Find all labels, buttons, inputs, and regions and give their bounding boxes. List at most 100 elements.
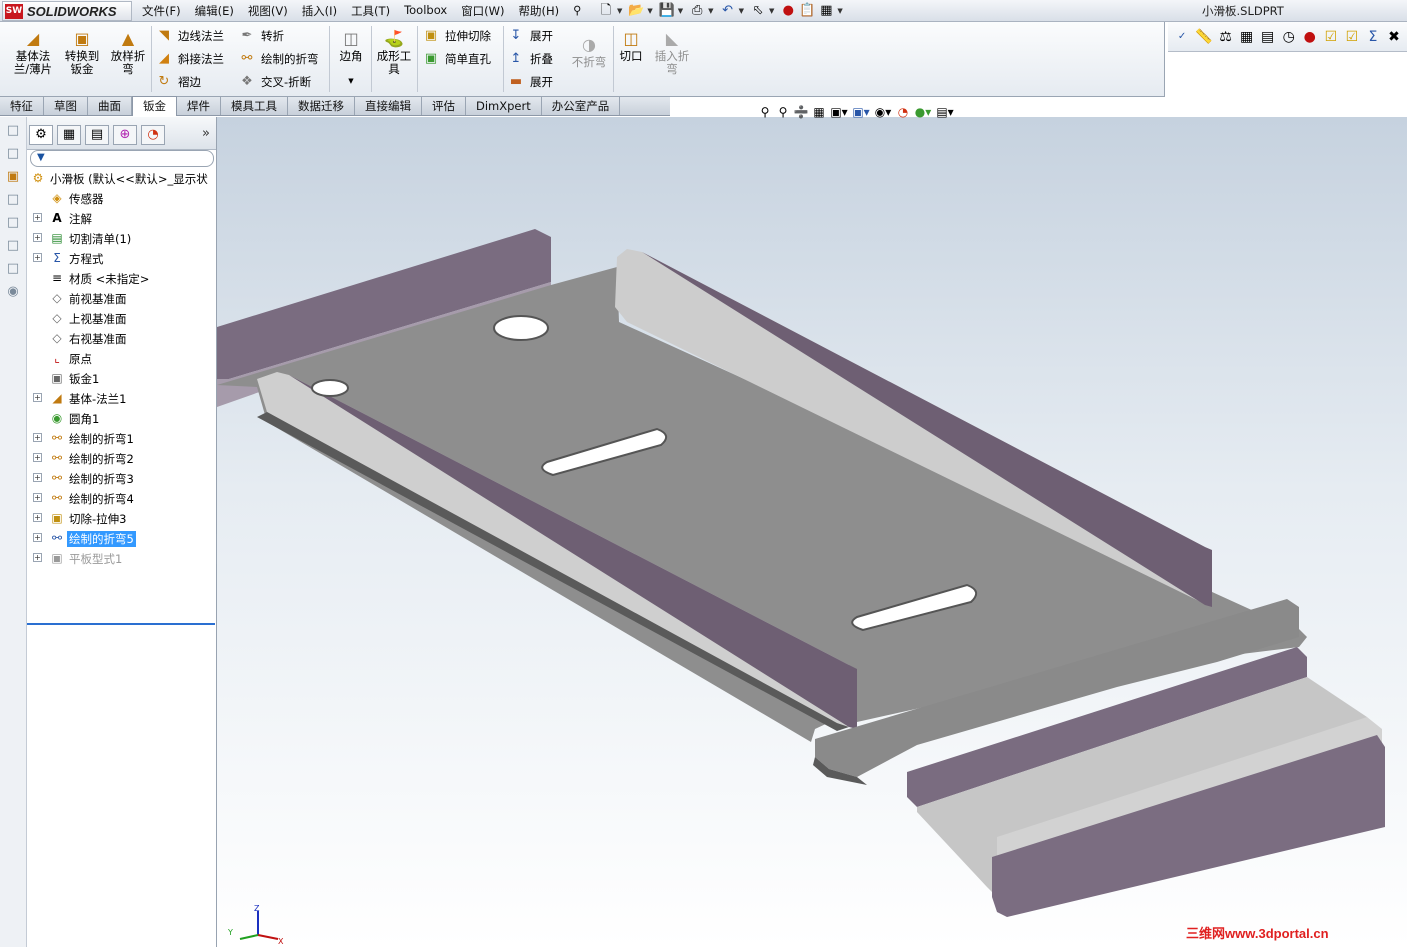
- section-properties-icon[interactable]: ▦: [1239, 28, 1255, 46]
- tab-sketch[interactable]: 草图: [44, 97, 88, 115]
- tree-item-fillet[interactable]: ◉ 圆角1: [27, 408, 217, 428]
- select-dropdown-icon[interactable]: ▼: [769, 7, 774, 15]
- simple-hole-button[interactable]: ▣ 简单直孔: [423, 49, 491, 69]
- options-icon[interactable]: ▦: [818, 3, 834, 19]
- file-explorer-icon[interactable]: □: [4, 214, 22, 232]
- cross-break-button[interactable]: ❖ 交叉-折断: [239, 72, 311, 92]
- tree-item-sensors[interactable]: ◈ 传感器: [27, 188, 217, 208]
- tree-item-sketched-bend-2[interactable]: + ⚯ 绘制的折弯2: [27, 448, 217, 468]
- expand-toggle[interactable]: +: [33, 393, 42, 402]
- tab-surfaces[interactable]: 曲面: [88, 97, 132, 115]
- miter-flange-button[interactable]: ◢ 斜接法兰: [156, 49, 224, 69]
- sketched-bend-button[interactable]: ⚯ 绘制的折弯: [239, 49, 319, 69]
- rebuild-traffic-light-icon[interactable]: ●: [780, 3, 796, 19]
- more-tabs-icon[interactable]: »: [202, 126, 210, 141]
- tree-item-sketched-bend-4[interactable]: + ⚯ 绘制的折弯4: [27, 488, 217, 508]
- expand-toggle[interactable]: +: [33, 233, 42, 242]
- rollback-bar[interactable]: [27, 623, 215, 625]
- display-style-icon[interactable]: ▣▾: [850, 105, 872, 119]
- mass-properties-icon[interactable]: ⚖: [1218, 28, 1234, 46]
- print-dropdown-icon[interactable]: ▼: [708, 7, 713, 15]
- open-folder-icon[interactable]: 📂: [628, 3, 644, 19]
- zoom-to-fit-icon[interactable]: ⚲: [756, 105, 774, 119]
- base-flange-button[interactable]: ◢ 基体法兰/薄片: [10, 30, 56, 76]
- expand-toggle[interactable]: +: [33, 473, 42, 482]
- tree-item-equations[interactable]: + Σ 方程式: [27, 248, 217, 268]
- view-orientation-icon[interactable]: ▣▾: [828, 105, 850, 119]
- tree-item-annotations[interactable]: + A 注解: [27, 208, 217, 228]
- smart-dimension-icon[interactable]: □: [4, 122, 22, 140]
- menu-tools[interactable]: 工具(T): [351, 3, 390, 19]
- section-view-icon[interactable]: ▦: [810, 105, 828, 119]
- apply-scene-icon[interactable]: ●▾: [912, 105, 934, 119]
- tree-item-cut-list[interactable]: + ▤ 切割清单(1): [27, 228, 217, 248]
- select-arrow-icon[interactable]: ⬁: [750, 3, 766, 19]
- configuration-manager-tab-icon[interactable]: ▤: [85, 125, 109, 145]
- tree-item-front-plane[interactable]: ◇ 前视基准面: [27, 288, 217, 308]
- no-bends-button[interactable]: ◑ 不折弯: [568, 36, 610, 69]
- tree-item-base-flange[interactable]: + ◢ 基体-法兰1: [27, 388, 217, 408]
- expand-toggle[interactable]: +: [33, 533, 42, 542]
- tree-item-sketched-bend-3[interactable]: + ⚯ 绘制的折弯3: [27, 468, 217, 488]
- checklist-2-icon[interactable]: ☑: [1344, 28, 1360, 46]
- edit-appearance-icon[interactable]: ◔: [894, 105, 912, 119]
- previous-view-icon[interactable]: ➗: [792, 105, 810, 119]
- fold-button[interactable]: ↥ 折叠: [508, 49, 553, 69]
- expand-toggle[interactable]: +: [33, 553, 42, 562]
- spell-check-icon[interactable]: ✓: [1174, 28, 1190, 46]
- menu-help[interactable]: 帮助(H): [519, 3, 560, 19]
- corners-button[interactable]: ◫ 边角 ▼: [334, 30, 368, 88]
- expand-toggle[interactable]: +: [33, 513, 42, 522]
- search-icon[interactable]: ◉: [4, 283, 22, 301]
- graphics-viewport[interactable]: [217, 117, 1407, 947]
- unfold-button[interactable]: ↧ 展开: [508, 26, 553, 46]
- feature-filter-input[interactable]: ▼: [30, 150, 214, 167]
- view-palette-icon[interactable]: □: [4, 237, 22, 255]
- tab-data-migration[interactable]: 数据迁移: [288, 97, 355, 115]
- note-icon[interactable]: □: [4, 145, 22, 163]
- tab-evaluate[interactable]: 评估: [422, 97, 466, 115]
- hem-button[interactable]: ↻ 褶边: [156, 72, 201, 92]
- expand-toggle[interactable]: +: [33, 453, 42, 462]
- menu-insert[interactable]: 插入(I): [302, 3, 337, 19]
- hide-show-items-icon[interactable]: ◉▾: [872, 105, 894, 119]
- expand-toggle[interactable]: +: [33, 493, 42, 502]
- edge-flange-button[interactable]: ◥ 边线法兰: [156, 26, 224, 46]
- view-settings-icon[interactable]: ▤▾: [934, 105, 956, 119]
- tree-item-flat-pattern[interactable]: + ▣ 平板型式1: [27, 548, 217, 568]
- tab-office-products[interactable]: 办公室产品: [542, 97, 621, 115]
- tree-item-sheet-metal[interactable]: ▣ 钣金1: [27, 368, 217, 388]
- tab-sheet-metal[interactable]: 钣金: [132, 96, 177, 116]
- file-properties-icon[interactable]: 📋: [799, 3, 815, 19]
- rebuild-icon[interactable]: ●: [1302, 28, 1318, 46]
- menu-view[interactable]: 视图(V): [248, 3, 288, 19]
- tree-item-right-plane[interactable]: ◇ 右视基准面: [27, 328, 217, 348]
- check-icon[interactable]: ◷: [1281, 28, 1297, 46]
- tree-item-origin[interactable]: ⌞ 原点: [27, 348, 217, 368]
- lofted-bend-button[interactable]: ▲ 放样折弯: [107, 30, 149, 76]
- tree-item-material[interactable]: ≡ 材质 <未指定>: [27, 268, 217, 288]
- options-dropdown-icon[interactable]: ▼: [837, 7, 842, 15]
- tree-root-part[interactable]: ⚙ 小滑板 (默认<<默认>_显示状: [27, 168, 217, 188]
- appearance-icon[interactable]: □: [4, 191, 22, 209]
- tab-direct-editing[interactable]: 直接编辑: [355, 97, 422, 115]
- feature-tree-tab-icon[interactable]: ⚙: [29, 125, 53, 145]
- sum-icon[interactable]: Σ: [1365, 28, 1381, 46]
- custom-properties-icon[interactable]: □: [4, 260, 22, 278]
- rip-button[interactable]: ◫ 切口: [616, 30, 646, 63]
- menu-window[interactable]: 窗口(W): [461, 3, 504, 19]
- flatten-button[interactable]: ▬ 展开: [508, 72, 553, 92]
- sketch-tools-icon[interactable]: ✖: [1386, 28, 1402, 46]
- menu-toolbox[interactable]: Toolbox: [404, 3, 447, 19]
- corners-dropdown-icon[interactable]: ▼: [334, 75, 368, 88]
- expand-toggle[interactable]: +: [33, 433, 42, 442]
- new-document-icon[interactable]: 🗋: [598, 3, 614, 19]
- save-dropdown-icon[interactable]: ▼: [678, 7, 683, 15]
- statistics-icon[interactable]: ▤: [1260, 28, 1276, 46]
- solidworks-logo[interactable]: SW SOLIDWORKS: [2, 1, 132, 21]
- display-manager-tab-icon[interactable]: ◔: [141, 125, 165, 145]
- tree-item-cut-extrude[interactable]: + ▣ 切除-拉伸3: [27, 508, 217, 528]
- jog-button[interactable]: ✒ 转折: [239, 26, 284, 46]
- expand-toggle[interactable]: +: [33, 213, 42, 222]
- tree-item-sketched-bend-1[interactable]: + ⚯ 绘制的折弯1: [27, 428, 217, 448]
